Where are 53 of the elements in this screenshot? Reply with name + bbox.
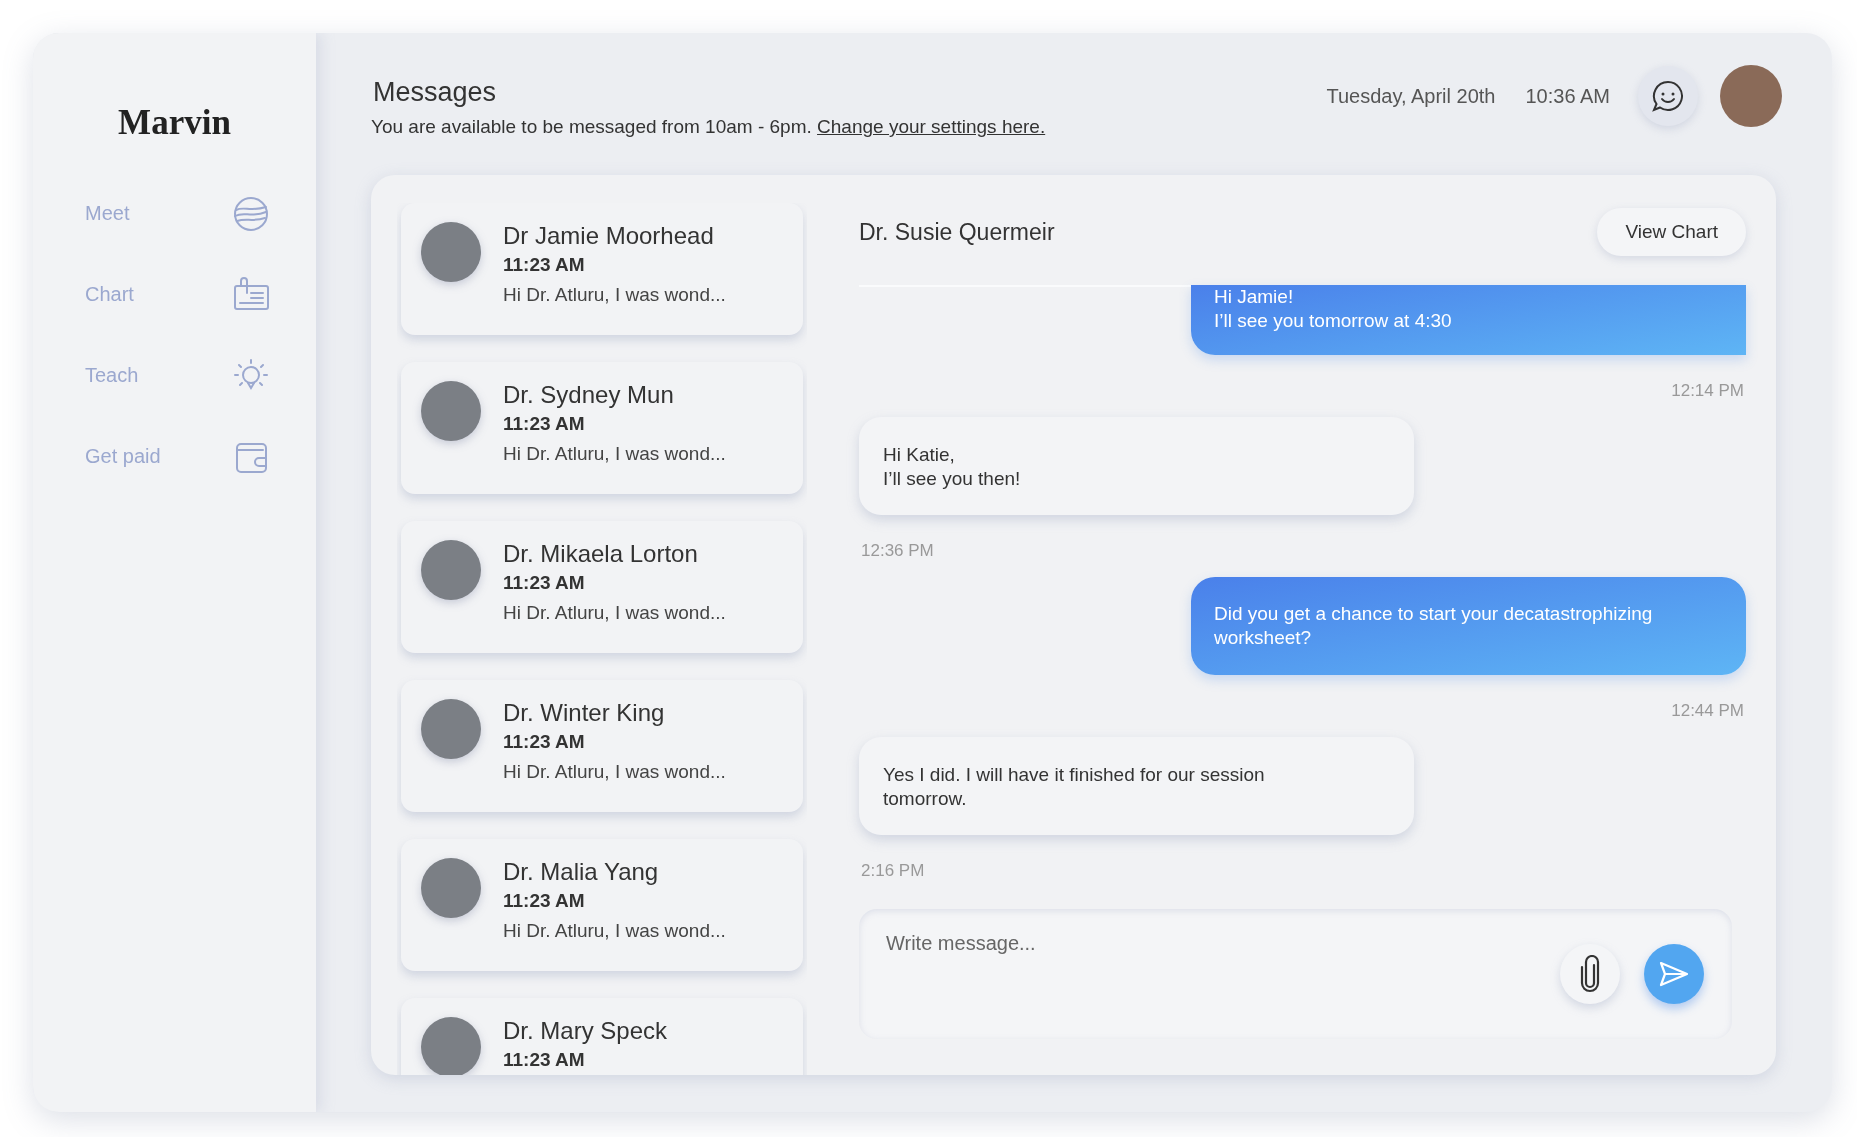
view-chart-button[interactable]: View Chart (1597, 208, 1746, 256)
message-preview: Hi Dr. Atluru, I was wond... (503, 602, 726, 624)
contact-name: Dr. Mary Speck (503, 1017, 668, 1045)
avatar (421, 381, 481, 441)
paperclip-icon (1579, 955, 1601, 993)
send-button[interactable] (1644, 944, 1704, 1004)
conversation-card[interactable]: Dr. Malia Yang 11:23 AM Hi Dr. Atluru, I was wond... (401, 839, 803, 971)
message-time: 11:23 AM (503, 254, 586, 276)
app-logo: Marvin (118, 103, 231, 143)
time-text: 10:36 AM (1525, 84, 1610, 108)
avatar (421, 540, 481, 600)
message-time: 11:23 AM (503, 731, 586, 753)
message-time: 11:23 AM (503, 890, 586, 912)
attach-button[interactable] (1560, 944, 1620, 1004)
conversation-card[interactable]: Dr. Winter King 11:23 AM Hi Dr. Atluru, I was wond... (401, 680, 803, 812)
received-message: Hi Katie, I’ll see you then! (859, 417, 1414, 515)
page-title: Messages (373, 77, 498, 108)
avatar (421, 1017, 481, 1075)
planet-icon (232, 194, 270, 233)
contact-name: Dr. Malia Yang (503, 858, 660, 886)
avatar (421, 699, 481, 759)
chat-button[interactable] (1638, 66, 1698, 126)
contact-name: Dr. Mikaela Lorton (503, 540, 699, 568)
chat-bubble-icon (1651, 79, 1685, 113)
conversation-card[interactable]: Dr. Sydney Mun 11:23 AM Hi Dr. Atluru, I was wond... (401, 362, 803, 494)
date-text: Tuesday, April 20th (1326, 84, 1496, 108)
message-time: 11:23 AM (503, 1049, 586, 1071)
chat-contact-name: Dr. Susie Quermeir (859, 218, 1055, 246)
send-icon (1659, 961, 1689, 987)
sent-message: Hi Jamie! I’ll see you tomorrow at 4:30 (1191, 285, 1746, 355)
conversation-card[interactable]: Dr. Mikaela Lorton 11:23 AM Hi Dr. Atluru, I was wond... (401, 521, 803, 653)
message-preview: Hi Dr. Atluru, I was wond... (503, 284, 726, 306)
avatar (421, 858, 481, 918)
message-time: 11:23 AM (503, 572, 586, 594)
message-preview: Hi Dr. Atluru, I was wond... (503, 761, 726, 783)
conversation-card[interactable]: Dr Jamie Moorhead 11:23 AM Hi Dr. Atluru, I was wond... (401, 203, 803, 335)
contact-name: Dr Jamie Moorhead (503, 222, 715, 250)
avatar (421, 222, 481, 282)
message-timestamp: 12:14 PM (1671, 381, 1744, 401)
message-time: 11:23 AM (503, 413, 586, 435)
settings-link[interactable]: Change your settings here. (817, 116, 1046, 137)
message-preview: Hi Dr. Atluru, I was wond... (503, 920, 726, 942)
conversation-card[interactable]: Dr. Mary Speck 11:23 AM (401, 998, 803, 1075)
message-input[interactable]: Write message... (884, 931, 1560, 956)
message-timestamp: 12:36 PM (861, 541, 934, 561)
sent-message: Did you get a chance to start your decatastrophizing worksheet? (1191, 577, 1746, 675)
message-timestamp: 2:16 PM (861, 861, 925, 881)
message-timestamp: 12:44 PM (1671, 701, 1744, 721)
contact-name: Dr. Winter King (503, 699, 666, 727)
contact-name: Dr. Sydney Mun (503, 381, 675, 409)
received-message: Yes I did. I will have it finished for our session tomorrow. (859, 737, 1414, 835)
availability-text: You are available to be messaged from 10am - 6pm. Change your settings here. (371, 116, 1046, 138)
message-preview: Hi Dr. Atluru, I was wond... (503, 443, 726, 465)
